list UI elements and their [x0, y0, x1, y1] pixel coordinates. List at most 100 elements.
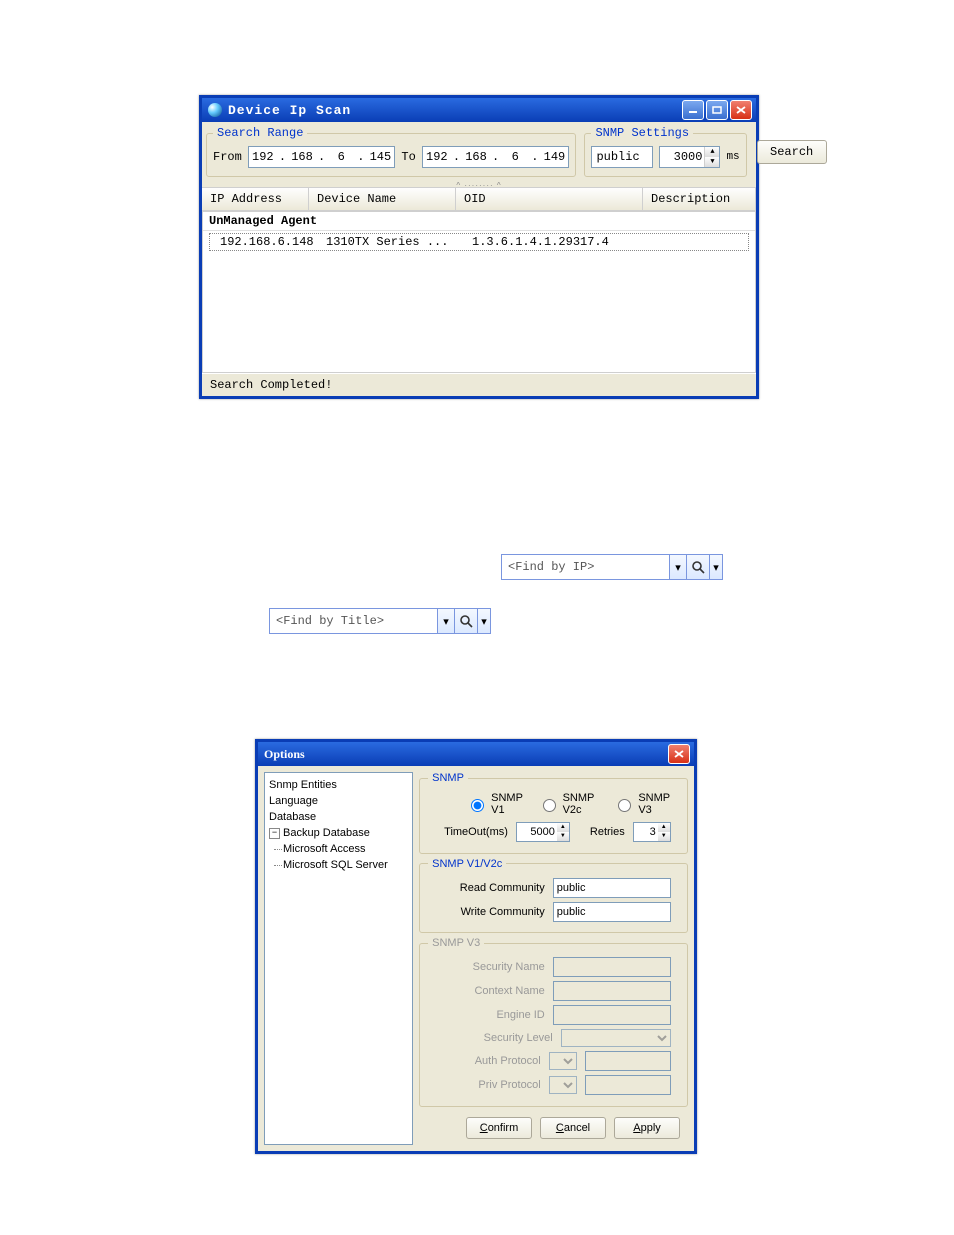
device-ip-scan-window: Device Ip Scan Search Range From — [199, 95, 759, 399]
tree-database[interactable]: Database — [269, 809, 408, 825]
from-ip-oct2[interactable] — [288, 148, 316, 166]
engine-id-label: Engine ID — [445, 1009, 545, 1021]
auth-protocol-label: Auth Protocol — [441, 1055, 541, 1067]
retries-spinner[interactable]: ▲▼ — [633, 822, 671, 842]
col-oid[interactable]: OID — [456, 188, 643, 210]
cancel-button[interactable]: Cancel — [540, 1117, 606, 1139]
from-ip-input[interactable]: . . . — [248, 146, 396, 168]
find-title-input[interactable]: <Find by Title> — [270, 609, 438, 633]
snmp-fieldset: SNMP SNMP V1 SNMP V2c SNMP V3 TimeOut(ms… — [419, 772, 688, 854]
confirm-button[interactable]: Confirm — [466, 1117, 532, 1139]
timeout-up-icon[interactable]: ▲ — [705, 147, 719, 157]
timeout-spinner[interactable]: ▲▼ — [659, 146, 720, 168]
spin-up-icon[interactable]: ▲ — [658, 823, 670, 832]
security-name-label: Security Name — [445, 961, 545, 973]
tree-backup-database[interactable]: −Backup Database — [269, 825, 408, 841]
group-row[interactable]: UnManaged Agent — [203, 212, 755, 231]
options-titlebar[interactable]: Options — [258, 742, 694, 766]
to-ip-oct3[interactable] — [501, 148, 529, 166]
v3-legend: SNMP V3 — [428, 937, 484, 949]
spin-down-icon[interactable]: ▼ — [557, 832, 569, 841]
app-icon — [208, 103, 222, 117]
timeout-down-icon[interactable]: ▼ — [705, 157, 719, 167]
find-ip-search-icon[interactable] — [687, 555, 710, 579]
snmp-v1-radio[interactable]: SNMP V1 — [466, 792, 523, 816]
maximize-button[interactable] — [706, 100, 728, 120]
options-close-button[interactable] — [668, 744, 690, 764]
find-title-search-icon[interactable] — [455, 609, 478, 633]
priv-protocol-select — [549, 1076, 577, 1094]
cell-device: 1310TX Series ... — [318, 235, 464, 249]
spin-up-icon[interactable]: ▲ — [557, 823, 569, 832]
security-level-label: Security Level — [453, 1032, 553, 1044]
tree-ms-access[interactable]: Microsoft Access — [283, 841, 408, 857]
to-label: To — [401, 150, 415, 164]
from-ip-oct4[interactable] — [366, 148, 394, 166]
snmp-settings-fieldset: SNMP Settings ▲▼ ms — [584, 126, 746, 177]
minimize-button[interactable] — [682, 100, 704, 120]
community-input[interactable] — [591, 146, 653, 168]
to-ip-input[interactable]: . . . — [422, 146, 570, 168]
cell-ip: 192.168.6.148 — [212, 235, 318, 249]
col-device[interactable]: Device Name — [309, 188, 456, 210]
tree-language[interactable]: Language — [269, 793, 408, 809]
options-tree[interactable]: Snmp Entities Language Database −Backup … — [264, 772, 413, 1145]
auth-protocol-input — [585, 1051, 671, 1071]
timeout-label: TimeOut(ms) — [444, 826, 508, 838]
snmp-settings-legend: SNMP Settings — [591, 126, 693, 140]
priv-protocol-input — [585, 1075, 671, 1095]
timeout-ms-input[interactable] — [517, 823, 557, 841]
retries-input[interactable] — [634, 823, 658, 841]
search-button[interactable]: Search — [757, 140, 827, 164]
security-level-select — [561, 1029, 671, 1047]
results-header: IP Address Device Name OID Description — [202, 187, 756, 211]
snmp-v3-radio[interactable]: SNMP V3 — [613, 792, 670, 816]
snmp-v2c-radio[interactable]: SNMP V2c — [538, 792, 600, 816]
col-desc[interactable]: Description — [643, 188, 756, 210]
security-name-input — [553, 957, 671, 977]
write-community-label: Write Community — [445, 906, 545, 918]
timeout-unit: ms — [726, 151, 739, 163]
context-name-input — [553, 981, 671, 1001]
find-ip-menu-icon[interactable]: ▾ — [710, 555, 722, 579]
snmp-legend: SNMP — [428, 772, 468, 784]
to-ip-oct4[interactable] — [540, 148, 568, 166]
snmp-v3-fieldset: SNMP V3 Security Name Context Name Engin… — [419, 937, 688, 1107]
engine-id-input — [553, 1005, 671, 1025]
write-community-input[interactable] — [553, 902, 671, 922]
options-dialog: Options Snmp Entities Language Database … — [255, 739, 697, 1154]
results-grid[interactable]: UnManaged Agent 192.168.6.148 1310TX Ser… — [202, 211, 756, 373]
find-by-ip-toolbar: <Find by IP> ▾ ▾ — [501, 554, 723, 580]
cell-oid: 1.3.6.1.4.1.29317.4 — [464, 235, 650, 249]
close-button[interactable] — [730, 100, 752, 120]
timeout-ms-spinner[interactable]: ▲▼ — [516, 822, 570, 842]
find-title-menu-icon[interactable]: ▾ — [478, 609, 490, 633]
from-ip-oct1[interactable] — [249, 148, 277, 166]
scan-titlebar[interactable]: Device Ip Scan — [202, 98, 756, 122]
timeout-input[interactable] — [660, 147, 704, 167]
tree-ms-sql[interactable]: Microsoft SQL Server — [283, 857, 408, 873]
options-title: Options — [264, 747, 666, 762]
find-title-dropdown-icon[interactable]: ▾ — [438, 609, 455, 633]
find-ip-input[interactable]: <Find by IP> — [502, 555, 670, 579]
col-ip[interactable]: IP Address — [202, 188, 309, 210]
tree-collapse-icon[interactable]: − — [269, 828, 280, 839]
snmp-v1v2c-fieldset: SNMP V1/V2c Read Community Write Communi… — [419, 858, 688, 934]
auth-protocol-select — [549, 1052, 577, 1070]
cell-desc — [650, 235, 746, 249]
scan-title: Device Ip Scan — [228, 103, 680, 118]
to-ip-oct2[interactable] — [462, 148, 490, 166]
status-bar: Search Completed! — [202, 373, 756, 396]
result-row[interactable]: 192.168.6.148 1310TX Series ... 1.3.6.1.… — [209, 233, 749, 251]
context-name-label: Context Name — [445, 985, 545, 997]
read-community-input[interactable] — [553, 878, 671, 898]
find-ip-dropdown-icon[interactable]: ▾ — [670, 555, 687, 579]
from-ip-oct3[interactable] — [327, 148, 355, 166]
from-label: From — [213, 150, 242, 164]
search-range-fieldset: Search Range From . . . To — [206, 126, 576, 177]
read-community-label: Read Community — [445, 882, 545, 894]
apply-button[interactable]: Apply — [614, 1117, 680, 1139]
tree-snmp-entities[interactable]: Snmp Entities — [269, 777, 408, 793]
spin-down-icon[interactable]: ▼ — [658, 832, 670, 841]
to-ip-oct1[interactable] — [423, 148, 451, 166]
